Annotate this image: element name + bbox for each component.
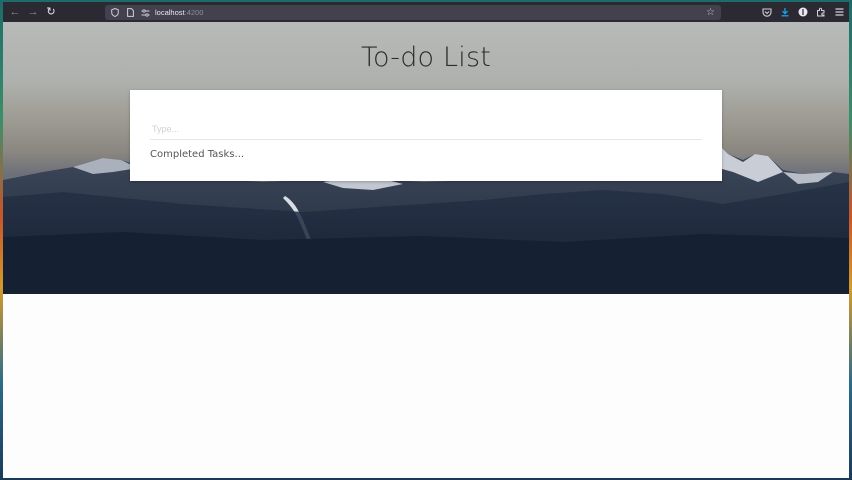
account-icon[interactable] [797, 6, 809, 18]
url-port: :4200 [184, 8, 204, 17]
url-host: localhost [155, 8, 185, 17]
permissions-icon[interactable] [140, 8, 150, 18]
shield-icon[interactable] [110, 8, 120, 18]
toolbar-icons [761, 2, 845, 22]
todo-card: Completed Tasks... [130, 90, 722, 181]
reload-icon[interactable]: ↻ [43, 4, 59, 20]
page-icon[interactable] [125, 8, 135, 18]
browser-window: ← → ↻ localhost:4200 ☆ To-do List Type..… [3, 2, 849, 478]
extensions-icon[interactable] [815, 6, 827, 18]
browser-toolbar: ← → ↻ localhost:4200 ☆ [3, 2, 849, 22]
completed-tasks-label[interactable]: Completed Tasks... [150, 149, 244, 160]
hamburger-menu-icon[interactable] [833, 6, 845, 18]
forward-arrow-icon[interactable]: → [25, 4, 41, 20]
back-arrow-icon[interactable]: ← [7, 4, 23, 20]
pocket-icon[interactable] [761, 6, 773, 18]
download-icon[interactable] [779, 6, 791, 18]
page-viewport: To-do List Completed Tasks... [3, 22, 849, 478]
page-title: To-do List [360, 42, 492, 73]
url-bar[interactable]: localhost:4200 ☆ [105, 5, 721, 20]
url-text[interactable]: localhost:4200 [155, 8, 203, 17]
task-input[interactable] [150, 118, 702, 140]
star-icon[interactable]: ☆ [706, 6, 715, 19]
